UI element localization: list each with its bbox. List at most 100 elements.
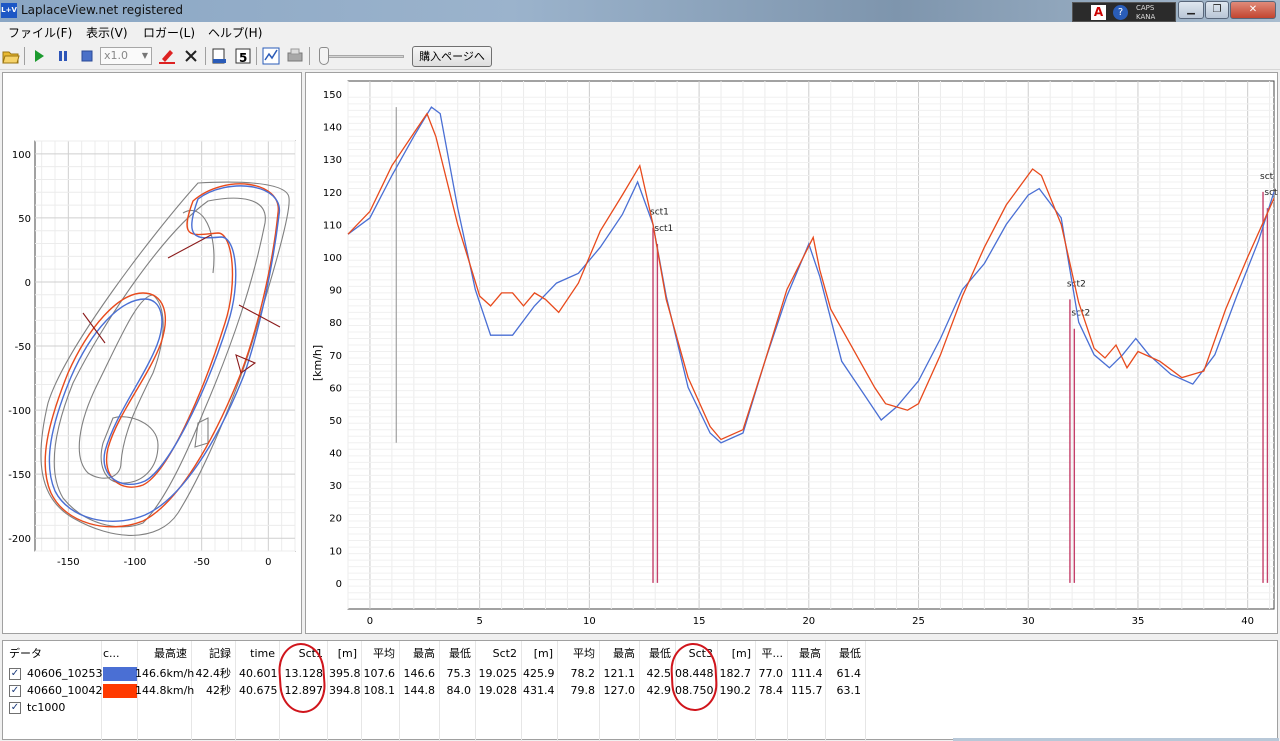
table-cell: 111.4 (791, 667, 823, 680)
sector-marker-label: sct1 (654, 224, 673, 234)
column-header[interactable]: 最低 (639, 645, 671, 663)
y-tick-label: 0 (336, 579, 342, 590)
column-header[interactable]: [m] (719, 645, 751, 663)
row-checkbox[interactable]: ✓ (9, 685, 21, 697)
column-header[interactable]: 最高速 (135, 645, 187, 663)
column-header[interactable]: [m] (523, 645, 553, 663)
ime-language-bar[interactable]: A ? CAPS KANA (1072, 2, 1176, 22)
table-cell: 61.4 (836, 667, 862, 680)
toolbar-separator (256, 47, 257, 65)
print-icon[interactable] (286, 47, 304, 65)
five-icon[interactable]: 5 (234, 47, 252, 65)
ime-help-icon[interactable]: ? (1113, 5, 1128, 20)
table-cell: 19.025 (478, 667, 518, 680)
close-x-icon[interactable] (182, 47, 200, 65)
row-checkbox[interactable]: ✓ (9, 668, 21, 680)
column-header[interactable]: 最低 (831, 645, 861, 663)
row-color-swatch[interactable] (103, 684, 137, 698)
speed-chart-panel[interactable]: sct1 sct1 sct2 sct2 sct sct 0 5 10 15 20 25 30 35 40 0… (305, 72, 1278, 634)
table-cell: 144.8km/h (135, 684, 195, 697)
table-cell: 431.4 (523, 684, 555, 697)
x-tick-label: 10 (583, 616, 596, 627)
close-window-button[interactable]: ✕ (1230, 1, 1276, 19)
row-name: 40606_102530 (27, 667, 110, 680)
y-tick-label: 80 (329, 318, 342, 329)
toolbar-separator (205, 47, 206, 65)
track-map-panel[interactable]: -150 -100 -50 0 100 50 0 -50 -100 -150 -200 (2, 72, 302, 634)
menu-logger[interactable]: ロガー(L) (143, 24, 195, 41)
window-title: LaplaceView.net registered (21, 3, 184, 17)
column-header[interactable]: 記録 (195, 645, 231, 663)
playback-speed-select[interactable]: x1.0 ▼ (100, 47, 152, 65)
x-tick-label: 20 (802, 616, 815, 627)
playback-slider-track[interactable] (322, 55, 404, 58)
menu-help[interactable]: ヘルプ(H) (208, 24, 262, 41)
table-cell: 425.9 (523, 667, 555, 680)
column-header[interactable]: [m] (329, 645, 357, 663)
table-row[interactable]: ✓ 40660_100425 144.8km/h 42秒 40.675 12.897 394… (3, 682, 1273, 700)
table-cell: 121.1 (603, 667, 636, 680)
x-tick-label: 15 (693, 616, 706, 627)
column-header[interactable]: c... (103, 645, 133, 663)
column-header[interactable]: 平... (757, 645, 784, 663)
row-color-swatch[interactable] (103, 667, 137, 681)
playback-slider-thumb[interactable] (319, 47, 329, 65)
table-cell: 190.2 (719, 684, 752, 697)
table-cell: 19.028 (478, 684, 518, 697)
menu-view[interactable]: 表示(V) (86, 24, 128, 41)
track-map-plot[interactable]: -150 -100 -50 0 100 50 0 -50 -100 -150 -200 (3, 73, 303, 635)
y-tick-label: -200 (8, 534, 31, 545)
sector-marker-label: sct1 (650, 208, 669, 218)
y-tick-label: -50 (15, 342, 31, 353)
column-header[interactable]: 平均 (363, 645, 395, 663)
x-tick-label: 30 (1022, 616, 1035, 627)
y-tick-label: 90 (329, 286, 342, 297)
table-cell: 40.675 (239, 684, 278, 697)
app-logo-icon: L+V (1, 3, 17, 18)
column-header[interactable]: 最高 (403, 645, 435, 663)
open-folder-icon[interactable] (2, 47, 20, 65)
sct3-highlight-circle (669, 641, 719, 713)
table-row[interactable]: ✓ tc1000 (3, 699, 1273, 717)
column-header[interactable]: 最高 (791, 645, 821, 663)
stop-icon[interactable] (78, 47, 96, 65)
y-tick-label: 150 (323, 90, 342, 101)
table-row[interactable]: ✓ 40606_102530 146.6km/h 42.4秒 40.601 13.128 3… (3, 665, 1273, 683)
menu-bar: ファイル(F) 表示(V) ロガー(L) ヘルプ(H) (0, 22, 1280, 42)
table-cell: 79.8 (570, 684, 596, 697)
speed-chart[interactable]: sct1sct1sct2sct2sctsct 0 5 10 15 20 25 30 35 400… (306, 73, 1279, 635)
x-tick-label: 25 (912, 616, 925, 627)
table-cell: 77.0 (758, 667, 784, 680)
pause-icon[interactable] (54, 47, 72, 65)
column-header[interactable]: データ (9, 645, 99, 663)
maximize-button[interactable]: ❐ (1205, 1, 1229, 19)
table-cell: 146.6 (403, 667, 436, 680)
toolbar-separator (309, 47, 310, 65)
y-tick-label: 110 (323, 220, 342, 231)
column-header[interactable]: time (239, 645, 275, 663)
caps-indicator: CAPS (1136, 4, 1155, 12)
x-tick-label: 0 (265, 557, 271, 568)
table-cell: 63.1 (836, 684, 862, 697)
column-header[interactable]: 最低 (439, 645, 471, 663)
column-header[interactable]: 平均 (559, 645, 595, 663)
sector-marker-label: sct (1264, 188, 1278, 198)
play-icon[interactable] (30, 47, 48, 65)
column-header[interactable]: 最高 (599, 645, 635, 663)
y-tick-label: 30 (329, 481, 342, 492)
export-icon[interactable] (210, 47, 228, 65)
row-checkbox[interactable]: ✓ (9, 702, 21, 714)
graph-icon[interactable] (262, 47, 280, 65)
buy-page-button[interactable]: 購入ページへ (412, 46, 492, 67)
y-tick-label: -150 (8, 470, 31, 481)
minimize-button[interactable]: ▁ (1178, 1, 1204, 19)
y-axis-label: [km/h] (311, 345, 324, 381)
ime-mode-icon[interactable]: A (1091, 5, 1106, 20)
menu-file[interactable]: ファイル(F) (8, 24, 72, 41)
y-tick-label: 40 (329, 449, 342, 460)
marker-icon[interactable] (158, 47, 176, 65)
lap-data-table[interactable]: データ c... 最高速 記録 time Sct1 [m] 平均 最高 最低 Sct2 [m] 平均 最高… (2, 640, 1279, 741)
table-cell: 42.5 (646, 667, 672, 680)
y-tick-label: 70 (329, 351, 342, 362)
column-header[interactable]: Sct2 (477, 645, 517, 663)
